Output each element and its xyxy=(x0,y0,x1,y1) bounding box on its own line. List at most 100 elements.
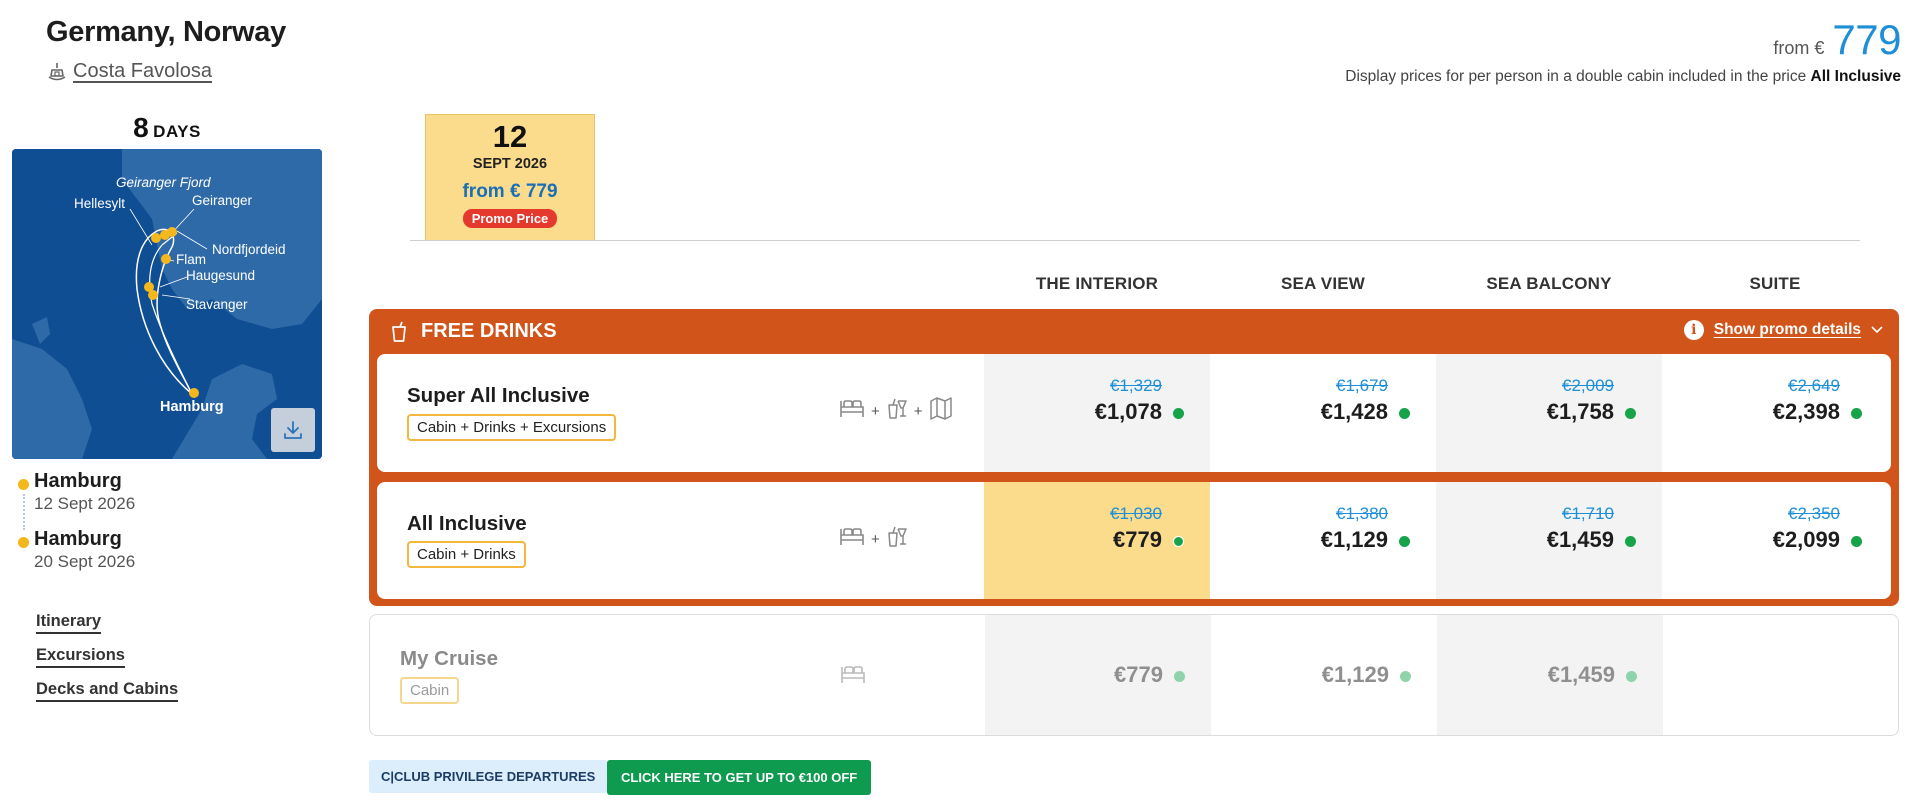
package-tag: Cabin xyxy=(400,677,460,704)
price-new: €2,099 xyxy=(1772,527,1840,552)
price-new: €2,398 xyxy=(1772,399,1840,424)
col-header-sea-balcony: SEA BALCONY xyxy=(1486,274,1612,293)
package-inclusions: + xyxy=(839,524,908,548)
price-note-text: Display prices for per person in a doubl… xyxy=(1345,68,1807,85)
package-inclusions xyxy=(840,663,866,685)
map-label-hamburg: Hamburg xyxy=(160,399,224,415)
free-drinks-promo: FREE DRINKS i Show promo details Super A… xyxy=(369,309,1899,606)
availability-dot xyxy=(1399,408,1410,419)
price-new: €1,758 xyxy=(1546,399,1614,424)
package-tag: Cabin + Drinks + Excursions xyxy=(407,414,617,441)
cclub-privilege-departures-button[interactable]: C|CLUB PRIVILEGE DEPARTURES xyxy=(369,760,608,793)
package-name: All Inclusive xyxy=(407,512,527,535)
price-cell-sea-view[interactable]: €1,380 €1,129 xyxy=(1210,482,1436,599)
price-cell-sea-balcony[interactable]: €1,710 €1,459 xyxy=(1436,482,1662,599)
availability-dot xyxy=(1626,671,1637,682)
availability-dot xyxy=(1173,536,1184,547)
availability-dot xyxy=(1174,671,1185,682)
price-cell-interior-selected[interactable]: €1,030 €779 xyxy=(984,482,1210,599)
price-old: €1,030 xyxy=(1110,504,1162,523)
stop-arrival: Hamburg 20 Sept 2026 xyxy=(18,528,135,586)
map-label-fjord: Geiranger Fjord xyxy=(116,175,211,190)
map-label-hellesylt: Hellesylt xyxy=(74,196,126,211)
availability-dot xyxy=(1400,671,1411,682)
availability-dot xyxy=(1851,408,1862,419)
days-unit: DAYS xyxy=(153,122,201,141)
price-old: €1,679 xyxy=(1336,376,1388,395)
trip-duration: 8 DAYS xyxy=(12,112,322,144)
date-from-price: from € 779 xyxy=(462,181,558,202)
availability-dot xyxy=(1399,536,1410,547)
link-decks-and-cabins[interactable]: Decks and Cabins xyxy=(36,680,179,702)
plus-sign: + xyxy=(871,402,880,420)
price-note: Display prices for per person in a doubl… xyxy=(1345,68,1901,86)
stop-port: Hamburg xyxy=(34,470,122,492)
price-old: €2,649 xyxy=(1788,376,1840,395)
stop-date: 20 Sept 2026 xyxy=(34,552,136,571)
col-header-sea-view: SEA VIEW xyxy=(1280,274,1366,293)
page-title: Germany, Norway xyxy=(46,16,286,48)
promo-title: FREE DRINKS xyxy=(421,320,557,342)
stop-port: Hamburg xyxy=(34,528,122,550)
stop-date: 12 Sept 2026 xyxy=(34,494,136,513)
from-price-box: from € 779 xyxy=(1773,16,1901,64)
link-excursions[interactable]: Excursions xyxy=(36,646,125,668)
ship-link[interactable]: Costa Favolosa xyxy=(47,60,212,83)
col-header-suite: SUITE xyxy=(1749,274,1801,293)
drinks-icon xyxy=(888,526,907,547)
departure-date-tab[interactable]: 12 SEPT 2026 from € 779 Promo Price xyxy=(425,114,595,240)
stop-departure: Hamburg 12 Sept 2026 xyxy=(18,470,136,530)
promo-price-badge: Promo Price xyxy=(462,209,558,228)
show-promo-details[interactable]: i Show promo details xyxy=(1683,320,1883,340)
download-icon xyxy=(284,421,302,439)
info-icon: i xyxy=(1683,320,1704,340)
plus-sign: + xyxy=(871,530,880,548)
package-inclusions: + + xyxy=(839,396,953,420)
chevron-down-icon xyxy=(1871,326,1883,334)
price-cell-suite[interactable]: €2,350 €2,099 xyxy=(1662,482,1888,599)
price-cell-suite[interactable]: €2,649 €2,398 xyxy=(1662,354,1888,472)
promo-details-link[interactable]: Show promo details xyxy=(1714,321,1861,339)
price-cell-interior[interactable]: €779 xyxy=(985,615,1211,735)
package-row-super-all-inclusive[interactable]: Super All Inclusive Cabin + Drinks + Exc… xyxy=(377,354,1891,472)
price-cell-sea-view[interactable]: €1,129 xyxy=(1211,615,1437,735)
itinerary-stops: Hamburg 12 Sept 2026 Hamburg 20 Sept 202… xyxy=(18,470,135,586)
drink-cup-icon xyxy=(392,321,406,342)
price-old: €2,009 xyxy=(1562,376,1614,395)
map-icon xyxy=(929,397,952,420)
from-price: 779 xyxy=(1832,16,1901,63)
price-old: €1,710 xyxy=(1562,504,1614,523)
price-new: €1,078 xyxy=(1094,399,1162,424)
package-row-my-cruise[interactable]: My Cruise Cabin €779 €1,129 €1,459 xyxy=(369,614,1899,736)
price-cell-sea-balcony[interactable]: €2,009 €1,758 xyxy=(1436,354,1662,472)
price-old: €2,350 xyxy=(1788,504,1840,523)
col-header-interior: THE INTERIOR xyxy=(1035,274,1159,293)
itinerary-map[interactable]: Geiranger Fjord Hellesylt Geiranger Nord… xyxy=(12,149,322,459)
days-number: 8 xyxy=(133,112,149,143)
price-new: €1,459 xyxy=(1546,527,1614,552)
from-label: from € xyxy=(1773,38,1825,58)
price-cell-interior[interactable]: €1,329 €1,078 xyxy=(984,354,1210,472)
plus-sign: + xyxy=(913,402,923,420)
bed-icon xyxy=(840,528,864,545)
bed-icon xyxy=(841,666,865,683)
stop-dot xyxy=(18,479,29,490)
package-row-all-inclusive[interactable]: All Inclusive Cabin + Drinks + €1,030 €7… xyxy=(377,482,1891,599)
price-new: €1,428 xyxy=(1320,399,1388,424)
package-name: Super All Inclusive xyxy=(407,384,590,407)
price-cell-sea-balcony[interactable]: €1,459 xyxy=(1437,615,1663,735)
ship-name[interactable]: Costa Favolosa xyxy=(73,60,212,83)
link-itinerary[interactable]: Itinerary xyxy=(36,612,102,634)
drinks-icon xyxy=(888,398,907,419)
price-cell-sea-view[interactable]: €1,679 €1,428 xyxy=(1210,354,1436,472)
tab-divider xyxy=(410,240,1860,241)
get-discount-button[interactable]: CLICK HERE TO GET UP TO €100 OFF xyxy=(607,760,872,795)
ship-icon xyxy=(48,62,66,80)
price-old: €1,380 xyxy=(1336,504,1388,523)
price-new: €1,129 xyxy=(1320,527,1388,552)
date-day: 12 xyxy=(492,119,528,154)
availability-dot xyxy=(1625,536,1636,547)
download-map-button[interactable] xyxy=(271,408,315,452)
stop-connector xyxy=(23,494,25,530)
price-new: €1,129 xyxy=(1321,662,1389,687)
